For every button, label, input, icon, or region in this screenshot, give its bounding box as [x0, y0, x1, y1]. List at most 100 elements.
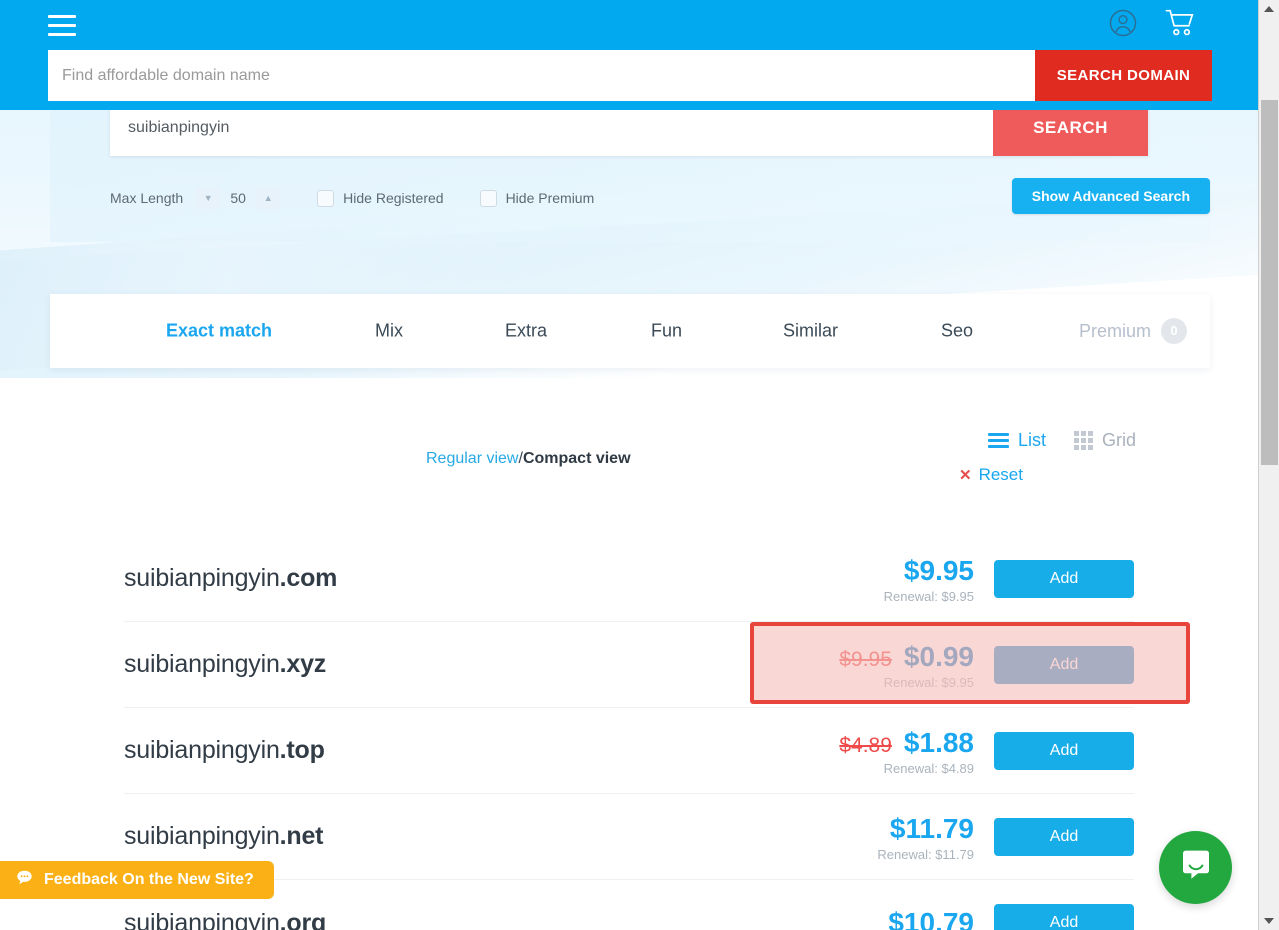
tab-premium: Premium 0 [1079, 318, 1188, 344]
max-length-value: 50 [230, 190, 246, 206]
domain-sld: suibianpingyin [124, 564, 280, 592]
reset-label: Reset [978, 465, 1023, 484]
add-to-cart-button[interactable]: Add [994, 560, 1134, 598]
row-right-group: $10.79 Add [814, 880, 1134, 930]
add-to-cart-button[interactable]: Add [994, 732, 1134, 770]
vertical-scrollbar[interactable] [1258, 0, 1279, 930]
page-content: SEARCH Max Length ▼ 50 ▲ Hide Registered… [0, 0, 1258, 930]
table-row[interactable]: suibianpingyin.com $9.95 Renewal: $9.95 … [124, 536, 1134, 622]
domain-sld: suibianpingyin [124, 736, 280, 764]
chat-widget-button[interactable] [1159, 831, 1232, 904]
max-length-label: Max Length [110, 190, 184, 206]
show-advanced-search-button[interactable]: Show Advanced Search [1011, 178, 1210, 214]
hide-premium-checkbox[interactable]: Hide Premium [479, 189, 595, 207]
header-search-input[interactable] [48, 50, 1035, 101]
feedback-button[interactable]: Feedback On the New Site? [0, 861, 274, 899]
price-block: $9.95 $0.99 Renewal: $9.95 [814, 641, 974, 690]
table-row[interactable]: suibianpingyin.org $10.79 Add [124, 880, 1134, 930]
hide-premium-label: Hide Premium [505, 190, 595, 206]
domain-sld: suibianpingyin [124, 822, 280, 850]
list-view-button[interactable]: List [987, 430, 1046, 451]
grid-view-label: Grid [1101, 430, 1136, 450]
grid-icon [1073, 431, 1093, 450]
domain-price: $9.95 [903, 554, 974, 586]
price-block: $4.89 $1.88 Renewal: $4.89 [814, 727, 974, 776]
max-length-increase-button[interactable]: ▲ [255, 187, 282, 209]
add-to-cart-button[interactable]: Add [994, 904, 1134, 930]
original-price: $9.95 [839, 647, 892, 671]
messenger-smile-icon [1179, 848, 1213, 887]
renewal-price: Renewal: $4.89 [883, 760, 974, 776]
scrollbar-thumb[interactable] [1261, 100, 1278, 465]
domain-name[interactable]: suibianpingyin.top [124, 736, 325, 765]
domain-price: $0.99 [903, 640, 974, 672]
price-block: $10.79 [814, 907, 974, 930]
domain-tld: .com [279, 564, 338, 592]
domain-price: $11.79 [889, 812, 974, 844]
result-category-tabs: Exact match Mix Extra Fun Similar Seo Pr… [50, 294, 1210, 368]
checkbox-box[interactable] [479, 189, 497, 207]
layout-toggle-group: List Grid [987, 430, 1136, 451]
scroll-down-arrow-icon[interactable] [1259, 912, 1279, 930]
max-length-decrease-button[interactable]: ▼ [195, 187, 222, 209]
tab-seo[interactable]: Seo [941, 321, 973, 342]
table-row[interactable]: suibianpingyin.net $11.79 Renewal: $11.7… [124, 794, 1134, 880]
add-to-cart-button[interactable]: Add [994, 646, 1134, 684]
checkbox-box[interactable] [317, 189, 335, 207]
domain-name[interactable]: suibianpingyin.com [124, 564, 337, 593]
hide-registered-checkbox[interactable]: Hide Registered [317, 189, 444, 207]
tab-extra[interactable]: Extra [505, 321, 547, 342]
feedback-label: Feedback On the New Site? [44, 871, 254, 888]
domain-results-list: suibianpingyin.com $9.95 Renewal: $9.95 … [124, 536, 1134, 930]
tab-fun[interactable]: Fun [651, 321, 682, 342]
row-right-group: $9.95 Renewal: $9.95 Add [814, 536, 1134, 622]
add-to-cart-button[interactable]: Add [994, 818, 1134, 856]
domain-tld: .top [279, 736, 325, 764]
header-icon-group [1108, 8, 1196, 38]
search-filters-row: Max Length ▼ 50 ▲ Hide Registered Hide P… [110, 178, 1148, 218]
table-row[interactable]: suibianpingyin.xyz $9.95 $0.99 Renewal: … [124, 622, 1134, 708]
list-view-label: List [1017, 430, 1046, 450]
grid-view-button[interactable]: Grid [1073, 430, 1136, 451]
compact-view-link[interactable]: Compact view [523, 450, 631, 467]
tab-similar[interactable]: Similar [783, 321, 838, 342]
domain-tld: .net [279, 822, 324, 850]
premium-count-badge: 0 [1161, 318, 1188, 344]
domain-name[interactable]: suibianpingyin.org [124, 909, 326, 930]
view-controls: Regular view/Compact view List Grid ✕ Re… [0, 420, 1258, 510]
user-account-icon[interactable] [1108, 8, 1138, 38]
shopping-cart-icon[interactable] [1164, 8, 1196, 38]
hamburger-menu-icon[interactable] [48, 15, 76, 37]
site-header: SEARCH DOMAIN [0, 0, 1258, 110]
header-search-bar: SEARCH DOMAIN [48, 50, 1212, 101]
domain-name[interactable]: suibianpingyin.xyz [124, 650, 326, 679]
chat-bubble-icon [16, 869, 33, 891]
price-block: $9.95 Renewal: $9.95 [814, 555, 974, 604]
reset-button[interactable]: ✕ Reset [959, 465, 1023, 485]
domain-price: $1.88 [903, 726, 974, 758]
domain-sld: suibianpingyin [124, 908, 280, 930]
row-right-group: $4.89 $1.88 Renewal: $4.89 Add [814, 708, 1134, 794]
renewal-price: Renewal: $9.95 [883, 588, 974, 604]
hide-registered-label: Hide Registered [343, 190, 444, 206]
tab-premium-label: Premium [1079, 320, 1152, 341]
search-domain-button[interactable]: SEARCH DOMAIN [1035, 50, 1212, 101]
domain-name[interactable]: suibianpingyin.net [124, 822, 324, 851]
list-icon [987, 433, 1009, 448]
regular-view-link[interactable]: Regular view [426, 450, 518, 467]
table-row[interactable]: suibianpingyin.top $4.89 $1.88 Renewal: … [124, 708, 1134, 794]
price-line: $4.89 $1.88 [814, 727, 974, 759]
background-white-fill [0, 378, 1258, 420]
max-length-stepper[interactable]: ▼ 50 ▲ [195, 187, 282, 209]
original-price: $4.89 [839, 733, 892, 757]
row-right-group: $11.79 Renewal: $11.79 Add [814, 794, 1134, 880]
browser-viewport: SEARCH Max Length ▼ 50 ▲ Hide Registered… [0, 0, 1279, 930]
view-mode-toggle: Regular view/Compact view [426, 450, 631, 468]
price-line: $9.95 $0.99 [814, 641, 974, 673]
tab-exact-match[interactable]: Exact match [166, 321, 272, 342]
domain-sld: suibianpingyin [124, 650, 280, 678]
domain-tld: .xyz [279, 650, 327, 678]
scroll-up-arrow-icon[interactable] [1259, 0, 1279, 18]
tab-mix[interactable]: Mix [375, 321, 403, 342]
price-block: $11.79 Renewal: $11.79 [814, 813, 974, 862]
